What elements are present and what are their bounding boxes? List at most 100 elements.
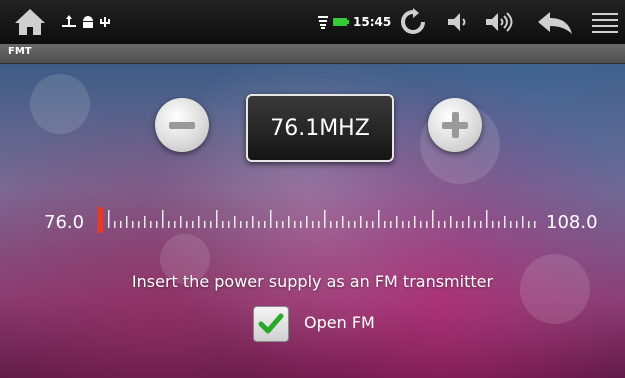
scale-tick <box>492 221 494 228</box>
scale-tick <box>246 221 248 228</box>
scale-tick <box>234 216 236 228</box>
scale-tick <box>474 221 476 228</box>
scale-tick <box>276 221 278 228</box>
transmitter-message: Insert the power supply as an FM transmi… <box>131 272 494 291</box>
scale-tick <box>138 221 140 228</box>
scale-tick <box>300 221 302 228</box>
android-debug-icon <box>80 0 96 44</box>
scale-tick <box>468 216 470 228</box>
scale-tick <box>486 210 488 228</box>
scale-tick <box>360 216 362 228</box>
scale-tick <box>354 221 356 228</box>
scale-tick <box>366 221 368 228</box>
increase-frequency-button[interactable] <box>428 98 482 152</box>
scale-tick <box>270 210 272 228</box>
scale-tick <box>384 221 386 228</box>
scale-tick <box>456 221 458 228</box>
usb-storage-icon <box>97 0 113 44</box>
minus-icon <box>169 121 195 129</box>
scale-tick <box>132 221 134 228</box>
scale-tick <box>198 216 200 228</box>
scale-tick <box>144 216 146 228</box>
scale-tick <box>216 210 218 228</box>
scale-tick <box>378 210 380 228</box>
scale-tick <box>120 221 122 228</box>
scale-tick <box>462 221 464 228</box>
decrease-frequency-button[interactable] <box>155 98 209 152</box>
scale-tick <box>390 221 392 228</box>
scale-tick <box>450 216 452 228</box>
scale-tick <box>126 216 128 228</box>
scale-tick <box>186 221 188 228</box>
scale-tick <box>516 221 518 228</box>
frequency-display: 76.1MHZ <box>246 94 394 162</box>
scale-min-label: 76.0 <box>44 212 85 233</box>
scale-tick <box>438 221 440 228</box>
scale-tick <box>288 216 290 228</box>
scale-tick <box>150 221 152 228</box>
scale-tick <box>534 221 536 228</box>
open-fm-checkbox[interactable] <box>253 306 289 342</box>
scale-tick <box>294 221 296 228</box>
tuning-needle[interactable] <box>97 207 103 233</box>
scale-tick <box>528 221 530 228</box>
scale-tick <box>240 221 242 228</box>
scale-tick <box>402 221 404 228</box>
scale-tick <box>168 221 170 228</box>
scale-tick <box>306 216 308 228</box>
scale-tick <box>510 221 512 228</box>
scale-tick <box>318 221 320 228</box>
volume-down-icon[interactable] <box>445 0 471 44</box>
scale-tick <box>210 221 212 228</box>
wifi-icon <box>316 0 330 44</box>
scale-tick <box>426 221 428 228</box>
scale-tick <box>162 210 164 228</box>
scale-tick <box>324 210 326 228</box>
bokeh-decoration <box>30 74 90 134</box>
app-title: FMT <box>8 46 32 57</box>
scale-tick <box>414 216 416 228</box>
scale-tick <box>252 216 254 228</box>
scale-tick <box>420 221 422 228</box>
scale-tick <box>498 221 500 228</box>
refresh-icon[interactable] <box>398 0 428 44</box>
scale-tick <box>114 221 116 228</box>
menu-icon[interactable] <box>590 0 620 44</box>
scale-tick <box>264 221 266 228</box>
screen: 15:45 FMT 76.1MHZ 76.0 108.0 Insert the … <box>0 0 625 378</box>
scale-tick <box>312 221 314 228</box>
scale-tick <box>222 221 224 228</box>
status-bar: 15:45 <box>0 0 625 45</box>
home-icon[interactable] <box>10 0 50 44</box>
checkmark-icon <box>258 313 284 334</box>
scale-tick <box>396 216 398 228</box>
usb-icon <box>60 0 78 44</box>
scale-tick <box>192 221 194 228</box>
scale-tick <box>156 221 158 228</box>
open-fm-label: Open FM <box>304 313 375 332</box>
battery-icon <box>333 0 349 44</box>
plus-icon <box>442 112 468 138</box>
scale-tick <box>180 216 182 228</box>
title-bar: FMT <box>0 44 625 64</box>
scale-tick <box>432 210 434 228</box>
back-icon[interactable] <box>535 0 575 44</box>
scale-tick <box>522 216 524 228</box>
frequency-scale[interactable] <box>100 200 540 240</box>
scale-tick <box>228 221 230 228</box>
scale-tick <box>258 221 260 228</box>
scale-tick <box>372 221 374 228</box>
scale-tick <box>336 221 338 228</box>
scale-max-label: 108.0 <box>546 212 598 233</box>
scale-tick <box>174 221 176 228</box>
clock-time: 15:45 <box>353 15 392 29</box>
scale-tick <box>108 210 110 228</box>
volume-up-icon[interactable] <box>483 0 515 44</box>
scale-tick <box>282 221 284 228</box>
scale-tick <box>408 221 410 228</box>
scale-tick <box>348 221 350 228</box>
scale-tick <box>444 221 446 228</box>
scale-tick <box>330 221 332 228</box>
scale-tick <box>504 216 506 228</box>
scale-tick <box>204 221 206 228</box>
